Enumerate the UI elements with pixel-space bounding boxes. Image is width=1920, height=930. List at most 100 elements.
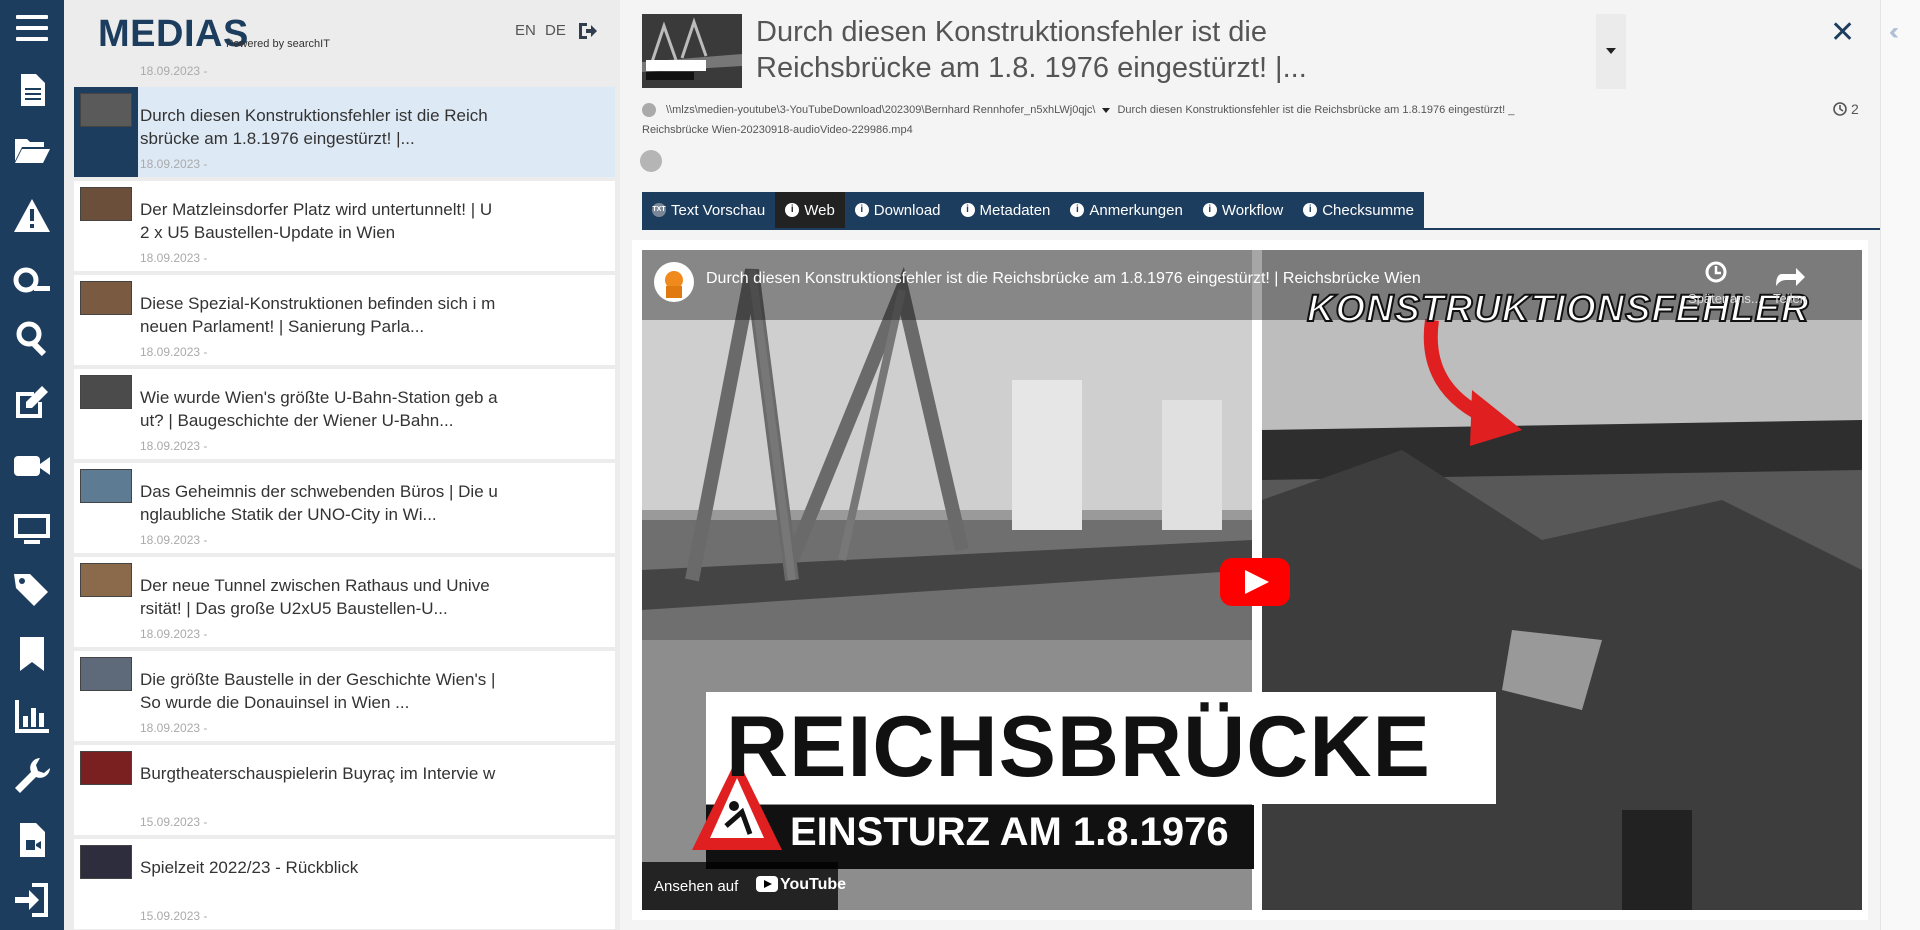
file-path-directory: \\mlzs\medien-youtube\3-YouTubeDownload\… bbox=[666, 104, 1096, 116]
list-item[interactable]: Der Matzleinsdorfer Platz wird untertunn… bbox=[74, 181, 615, 271]
icon-rail bbox=[0, 0, 64, 930]
list-item-date: 15.09.2023 - bbox=[140, 815, 208, 829]
video-overlay-main: REICHSBRÜCKE bbox=[726, 699, 1431, 795]
search-key-icon[interactable] bbox=[8, 256, 56, 304]
list-item-title: Diese Spezial-Konstruktionen befinden si… bbox=[140, 294, 496, 336]
right-collapse-strip: ‹‹ bbox=[1880, 0, 1920, 930]
logout-icon[interactable] bbox=[577, 21, 597, 41]
lang-en-link[interactable]: EN bbox=[515, 22, 536, 39]
youtube-player[interactable]: Durch diesen Konstruktionsfehler ist die… bbox=[642, 250, 1862, 910]
watch-on-label[interactable]: Ansehen auf bbox=[654, 878, 738, 895]
file-video-icon[interactable] bbox=[8, 816, 56, 864]
title-dropdown-toggle[interactable] bbox=[1596, 14, 1626, 89]
detail-panel: Durch diesen Konstruktionsfehler ist die… bbox=[620, 0, 1880, 930]
arrow-circle-right-icon[interactable] bbox=[642, 103, 656, 118]
list-item[interactable]: Der neue Tunnel zwischen Rathaus und Uni… bbox=[74, 557, 615, 647]
folder-open-icon[interactable] bbox=[8, 126, 56, 174]
list-item-thumbnail bbox=[80, 845, 132, 879]
path-dropdown-icon[interactable] bbox=[1099, 103, 1113, 117]
list-item-title: Der Matzleinsdorfer Platz wird untertunn… bbox=[140, 200, 493, 242]
info-icon: i bbox=[1303, 203, 1318, 217]
document-icon[interactable] bbox=[8, 66, 56, 114]
tab-checksumme[interactable]: i Checksumme bbox=[1293, 192, 1424, 228]
history-counter[interactable]: 2 bbox=[1832, 101, 1859, 117]
info-icon: i bbox=[1202, 203, 1217, 217]
tab-divider bbox=[642, 228, 1880, 230]
bookmark-icon[interactable] bbox=[8, 630, 56, 678]
list-item-thumbnail bbox=[80, 469, 132, 503]
monitor-icon[interactable] bbox=[8, 504, 56, 552]
menu-icon[interactable] bbox=[8, 4, 56, 52]
tab-web[interactable]: i Web bbox=[775, 192, 845, 228]
list-item[interactable]: Spielzeit 2022/23 - Rückblick 15.09.2023 … bbox=[74, 839, 615, 929]
tab-anmerkungen[interactable]: i Anmerkungen bbox=[1060, 192, 1193, 228]
share-button[interactable]: Teilen bbox=[1773, 291, 1807, 306]
list-item-date: 18.09.2023 - bbox=[140, 345, 208, 359]
list-item-title: Der neue Tunnel zwischen Rathaus und Uni… bbox=[140, 576, 490, 618]
watch-later-button[interactable]: Später ans... bbox=[1688, 291, 1762, 306]
youtube-logo[interactable]: YouTube bbox=[780, 876, 846, 894]
tab-label: Workflow bbox=[1221, 201, 1284, 219]
info-icon: i bbox=[1070, 203, 1085, 217]
list-item-thumbnail bbox=[80, 563, 132, 597]
info-icon: i bbox=[854, 203, 869, 217]
tab-label: Metadaten bbox=[979, 201, 1051, 219]
list-item-date: 18.09.2023 - bbox=[140, 439, 208, 453]
list-item[interactable]: Die größte Baustelle in der Geschichte W… bbox=[74, 651, 615, 741]
video-camera-icon[interactable] bbox=[8, 442, 56, 490]
list-item-date: 18.09.2023 - bbox=[140, 64, 208, 78]
info-icon: i bbox=[785, 203, 800, 217]
list-item-date: 15.09.2023 - bbox=[140, 909, 208, 923]
history-icon bbox=[1833, 102, 1847, 116]
tab-label: Download bbox=[873, 201, 941, 219]
edit-icon[interactable] bbox=[8, 378, 56, 426]
lang-de-link[interactable]: DE bbox=[545, 22, 566, 39]
tab-metadaten[interactable]: i Metadaten bbox=[950, 192, 1061, 228]
list-item-title: Spielzeit 2022/23 - Rückblick bbox=[140, 858, 359, 877]
tag-icon[interactable] bbox=[640, 150, 662, 172]
tab-label: Checksumme bbox=[1322, 201, 1414, 219]
list-item-title: Burgtheaterschauspielerin Buyraç im Inte… bbox=[140, 764, 496, 783]
list-item-thumbnail bbox=[80, 93, 132, 127]
list-item-thumbnail bbox=[80, 657, 132, 691]
video-title[interactable]: Durch diesen Konstruktionsfehler ist die… bbox=[706, 270, 1421, 288]
list-item-date: 18.09.2023 - bbox=[140, 533, 208, 547]
list-header: MEDIAS Powered by searchIT EN DE bbox=[64, 0, 620, 58]
tab-workflow[interactable]: i Workflow bbox=[1192, 192, 1294, 228]
text-file-icon: TXT bbox=[652, 203, 666, 217]
list-item-date: 18.09.2023 - bbox=[140, 251, 208, 265]
sign-in-icon[interactable] bbox=[8, 876, 56, 924]
list-item[interactable]: Diese Spezial-Konstruktionen befinden si… bbox=[74, 275, 615, 365]
list-item-date: 18.09.2023 - bbox=[140, 721, 208, 735]
search-icon[interactable] bbox=[8, 314, 56, 362]
media-list-panel: MEDIAS Powered by searchIT EN DE 18.09.2… bbox=[64, 0, 620, 930]
list-item-title: Wie wurde Wien's größte U-Bahn-Station g… bbox=[140, 388, 498, 430]
list-item-date: 18.09.2023 - bbox=[140, 157, 208, 171]
list-item[interactable]: Durch diesen Konstruktionsfehler ist die… bbox=[74, 87, 615, 177]
detail-thumbnail bbox=[642, 14, 742, 88]
bar-chart-icon[interactable] bbox=[8, 692, 56, 740]
double-chevron-left-icon[interactable]: ‹‹ bbox=[1889, 18, 1899, 46]
close-button[interactable]: ✕ bbox=[1830, 18, 1855, 48]
tags-icon[interactable] bbox=[8, 566, 56, 614]
list-item[interactable]: Burgtheaterschauspielerin Buyraç im Inte… bbox=[74, 745, 615, 835]
list-item-thumbnail bbox=[80, 281, 132, 315]
warning-icon[interactable] bbox=[8, 192, 56, 240]
list-item[interactable]: Wie wurde Wien's größte U-Bahn-Station g… bbox=[74, 369, 615, 459]
tab-download[interactable]: i Download bbox=[844, 192, 951, 228]
list-item[interactable]: Das Geheimnis der schwebenden Büros | Di… bbox=[74, 463, 615, 553]
list-item-date: 18.09.2023 - bbox=[140, 627, 208, 641]
tab-text-vorschau[interactable]: TXT Text Vorschau bbox=[642, 192, 776, 228]
info-icon: i bbox=[960, 203, 975, 217]
list-item-thumbnail bbox=[80, 375, 132, 409]
video-overlay-sub: EINSTURZ AM 1.8.1976 bbox=[790, 810, 1229, 854]
list-item-thumbnail bbox=[80, 751, 132, 785]
list-item-title: Durch diesen Konstruktionsfehler ist die… bbox=[140, 106, 488, 148]
history-count: 2 bbox=[1851, 101, 1859, 117]
tab-label: Text Vorschau bbox=[671, 201, 766, 219]
video-frame: Durch diesen Konstruktionsfehler ist die… bbox=[632, 240, 1868, 920]
wrench-icon[interactable] bbox=[8, 752, 56, 800]
list-item-thumbnail bbox=[80, 187, 132, 221]
tab-label: Anmerkungen bbox=[1089, 201, 1183, 219]
brand-subtitle: Powered by searchIT bbox=[226, 38, 330, 50]
